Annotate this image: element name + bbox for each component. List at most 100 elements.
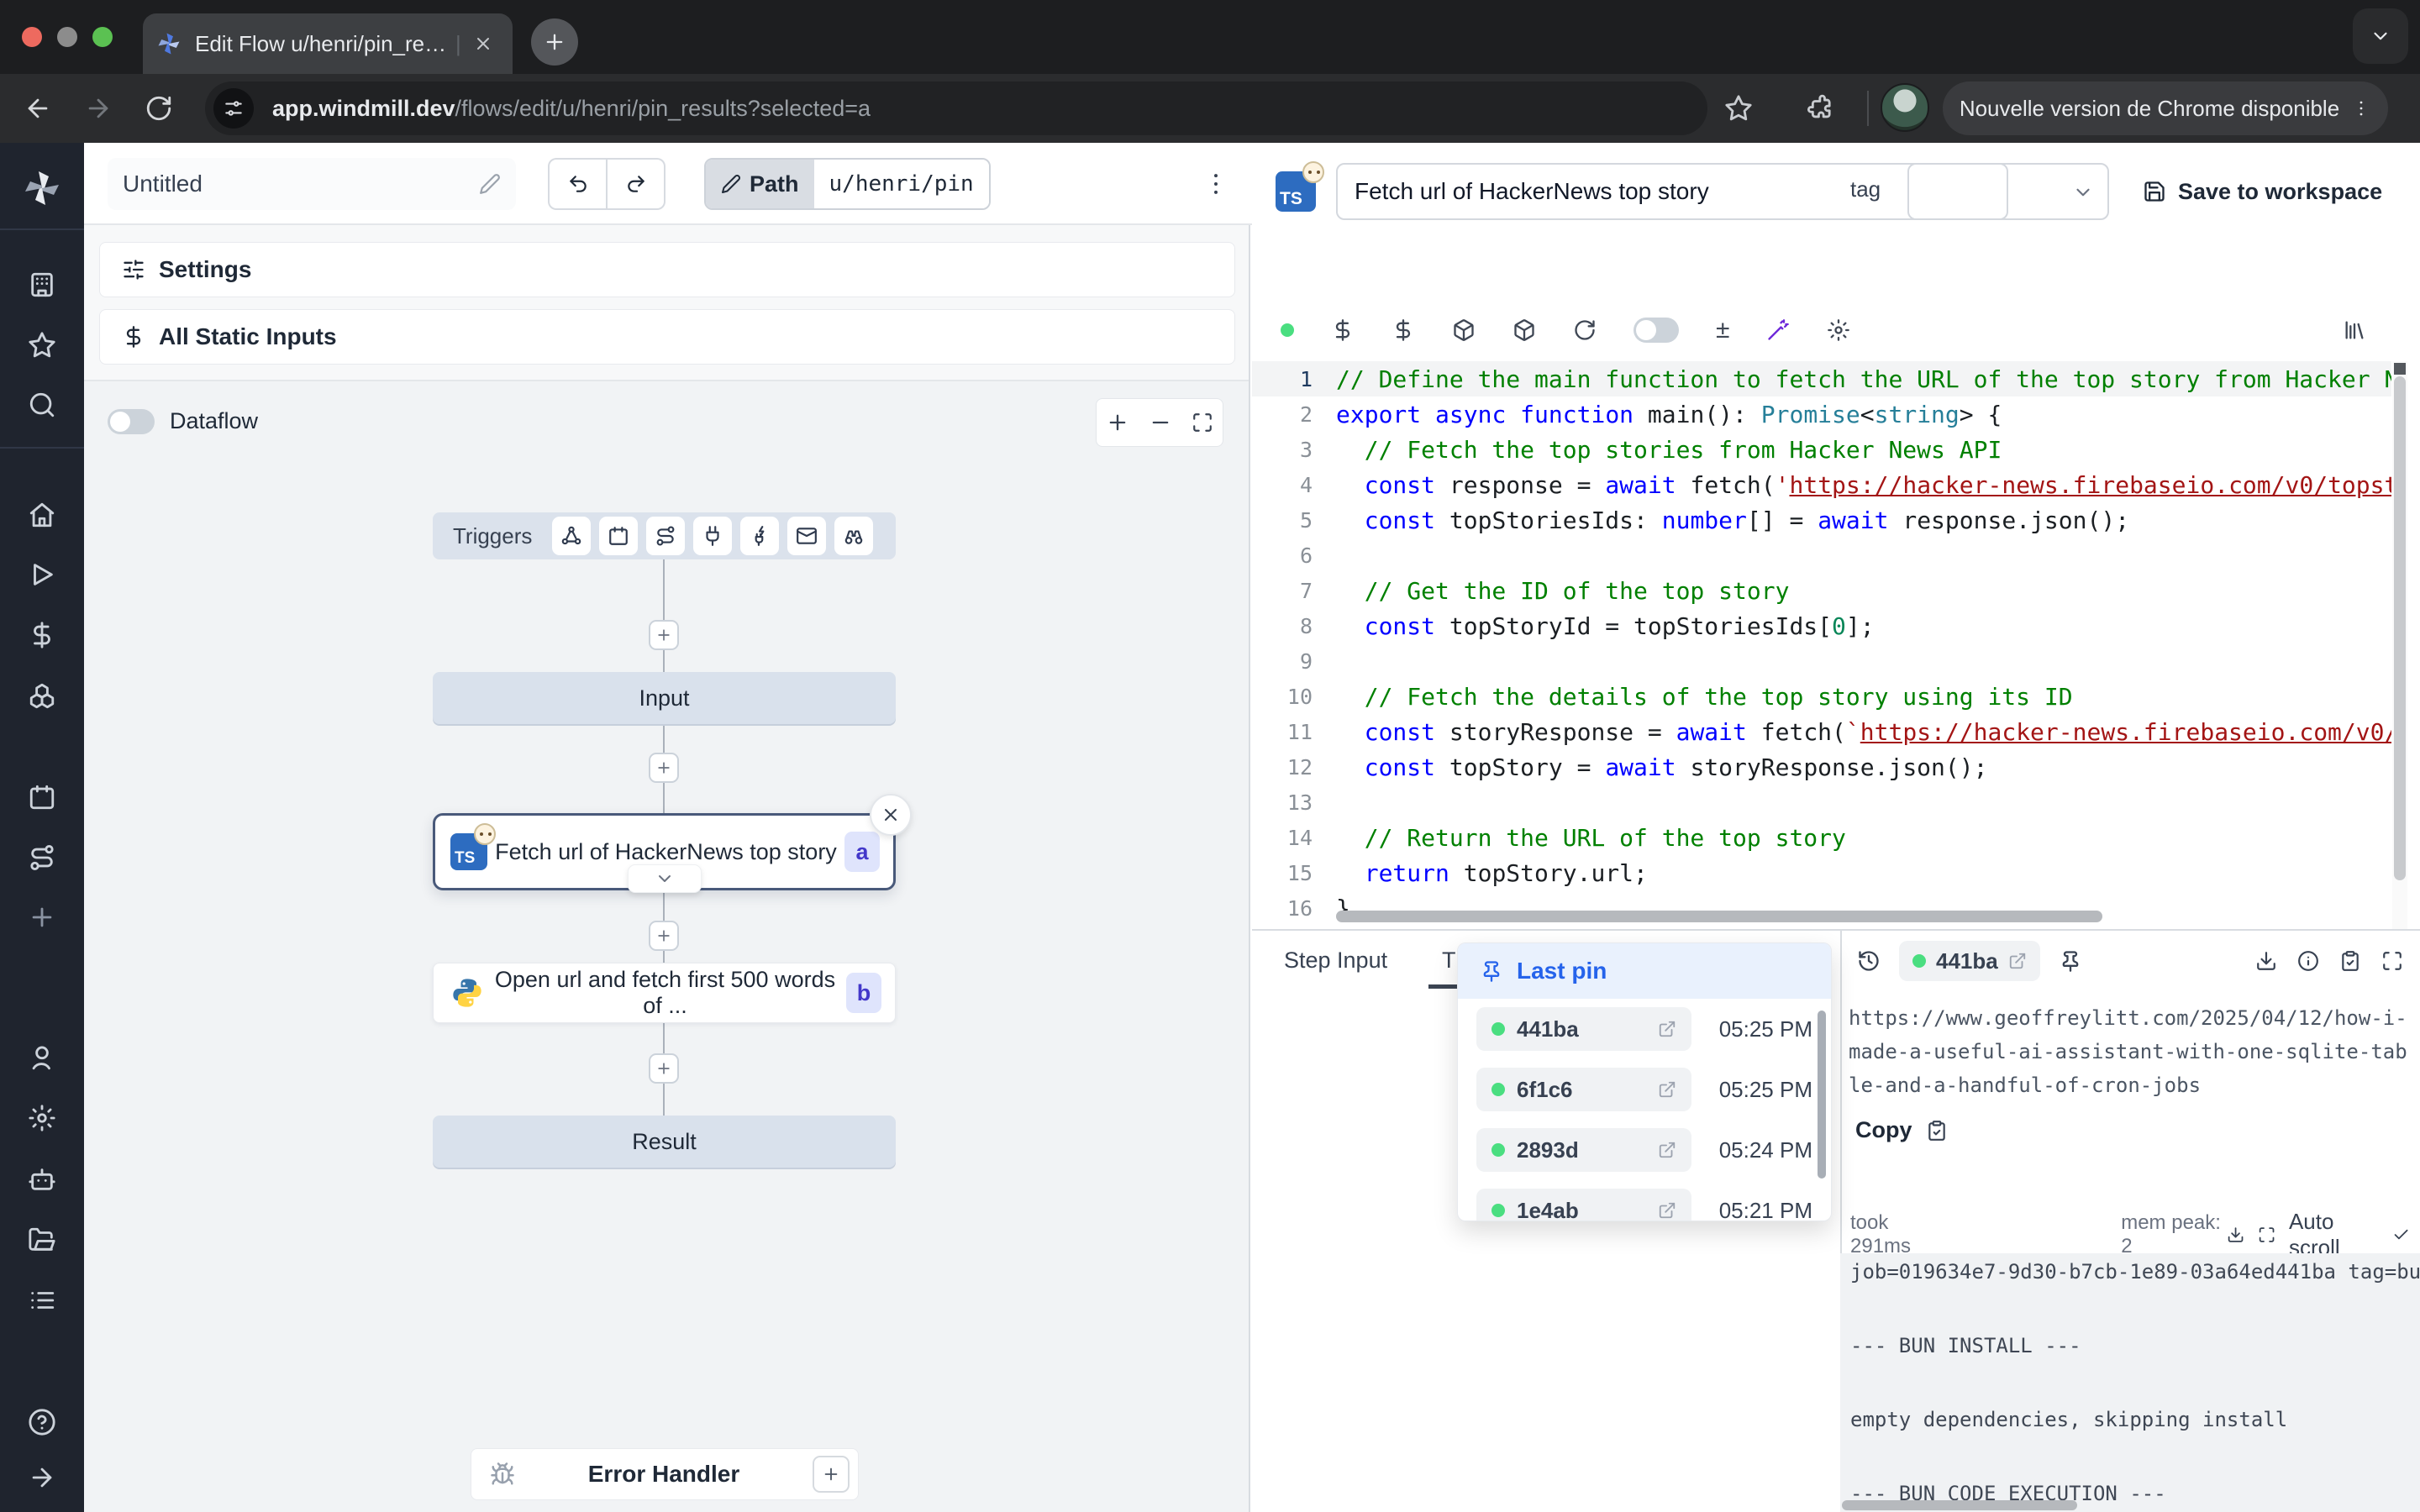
pin-item[interactable]: 1e4ab05:21 PM <box>1458 1180 1831 1221</box>
sidebar-item-help[interactable] <box>28 1408 56 1436</box>
sidebar-item-workspace[interactable] <box>28 270 56 299</box>
dropdown-scrollbar[interactable] <box>1818 1011 1826 1179</box>
code-line[interactable]: 4 const response = await fetch('https://… <box>1252 467 2391 502</box>
websocket-trigger-icon[interactable] <box>693 517 732 555</box>
copy-button[interactable]: Copy <box>1855 1117 1948 1143</box>
sidebar-item-ai[interactable] <box>28 1165 56 1194</box>
zoom-out-icon[interactable] <box>1149 411 1172 434</box>
log-output[interactable]: job=019634e7-9d30-b7cb-1e89-03a64ed441ba… <box>1840 1253 2420 1512</box>
result-job-pill[interactable]: 441ba <box>1899 941 2040 981</box>
pin-item[interactable]: 441ba05:25 PM <box>1458 999 1831 1059</box>
triggers-node[interactable]: Triggers <box>433 512 896 559</box>
sidebar-expand-icon[interactable] <box>28 1463 56 1492</box>
step-a-node[interactable]: TS Fetch url of HackerNews top story a <box>433 813 896 890</box>
pin-item[interactable]: 6f1c605:25 PM <box>1458 1059 1831 1120</box>
sidebar-item-users[interactable] <box>28 1043 56 1072</box>
browser-menu-icon[interactable] <box>2351 98 2371 118</box>
error-handler-node[interactable]: Error Handler <box>471 1448 859 1500</box>
reset-icon[interactable] <box>1573 318 1597 342</box>
scrollbar-thumb[interactable] <box>2394 376 2406 880</box>
dataflow-toggle[interactable] <box>108 409 155 434</box>
clipboard-icon[interactable] <box>2339 950 2361 972</box>
external-link-icon[interactable] <box>1658 1201 1676 1220</box>
code-line[interactable]: 5 const topStoriesIds: number[] = await … <box>1252 502 2391 538</box>
code-line[interactable]: 2export async function main(): Promise<s… <box>1252 396 2391 432</box>
code-line[interactable]: 3 // Fetch the top stories from Hacker N… <box>1252 432 2391 467</box>
code-line[interactable]: 12 const topStory = await storyResponse.… <box>1252 749 2391 785</box>
code-line[interactable]: 8 const topStoryId = topStoriesIds[0]; <box>1252 608 2391 643</box>
route-trigger-icon[interactable] <box>646 517 685 555</box>
all-static-inputs-card[interactable]: All Static Inputs <box>99 309 1235 365</box>
sidebar-item-variables[interactable] <box>28 621 56 649</box>
traffic-minimize-button[interactable] <box>57 27 77 47</box>
extensions-icon[interactable] <box>1803 94 1832 123</box>
sidebar-item-folders[interactable] <box>28 1226 56 1254</box>
external-link-icon[interactable] <box>1658 1080 1676 1099</box>
back-icon[interactable] <box>24 94 52 123</box>
download-log-icon[interactable] <box>2227 1225 2244 1245</box>
remove-step-button[interactable] <box>870 794 912 836</box>
redo-button[interactable] <box>607 158 666 210</box>
code-line[interactable]: 15 return topStory.url; <box>1252 855 2391 890</box>
editor-settings-icon[interactable] <box>1827 318 1850 342</box>
expand-step-button[interactable] <box>628 864 702 893</box>
chrome-update-pill[interactable]: Nouvelle version de Chrome disponible <box>1943 81 2388 135</box>
flow-settings-card[interactable]: Settings <box>99 242 1235 297</box>
add-step-button[interactable] <box>649 620 679 650</box>
tab-search-button[interactable] <box>2353 8 2408 64</box>
sidebar-item-triggers[interactable] <box>28 843 56 872</box>
tag-select[interactable] <box>1907 163 2109 220</box>
site-settings-icon[interactable] <box>213 88 254 129</box>
code-editor[interactable]: 1// Define the main function to fetch th… <box>1252 361 2391 929</box>
save-to-workspace-button[interactable]: Save to workspace <box>2143 163 2382 220</box>
sidebar-item-home[interactable] <box>28 501 56 529</box>
bookmark-star-icon[interactable] <box>1724 94 1753 123</box>
code-line[interactable]: 13 <box>1252 785 2391 820</box>
sidebar-item-create[interactable] <box>28 903 56 932</box>
code-line[interactable]: 1// Define the main function to fetch th… <box>1252 361 2391 396</box>
traffic-zoom-button[interactable] <box>92 27 113 47</box>
browser-tab[interactable]: Edit Flow u/henri/pin_results | <box>143 13 513 74</box>
forward-icon[interactable] <box>84 94 113 123</box>
pin-job-pill[interactable]: 441ba <box>1476 1007 1691 1051</box>
add-error-handler-button[interactable] <box>813 1456 850 1493</box>
step-b-node[interactable]: Open url and fetch first 500 words of ..… <box>433 963 896 1023</box>
traffic-close-button[interactable] <box>22 27 42 47</box>
sidebar-item-resources[interactable] <box>28 681 56 710</box>
info-icon[interactable] <box>2297 950 2319 972</box>
add-step-button[interactable] <box>649 1053 679 1084</box>
sidebar-item-search[interactable] <box>28 391 56 419</box>
profile-avatar[interactable] <box>1881 83 1929 132</box>
sidebar-item-favorites[interactable] <box>28 331 56 360</box>
schedule-trigger-icon[interactable] <box>599 517 638 555</box>
add-step-button[interactable] <box>649 921 679 951</box>
sidebar-item-schedules[interactable] <box>28 783 56 811</box>
add-step-button[interactable] <box>649 753 679 783</box>
editor-vertical-scrollbar[interactable] <box>2392 361 2407 929</box>
code-line[interactable]: 10 // Fetch the details of the top story… <box>1252 679 2391 714</box>
tab-partial[interactable]: T <box>1442 948 1456 974</box>
undo-button[interactable] <box>548 158 607 210</box>
email-trigger-icon[interactable] <box>787 517 826 555</box>
last-pin-option[interactable]: Last pin <box>1458 943 1831 999</box>
reload-icon[interactable] <box>145 94 173 123</box>
add-variable-icon[interactable] <box>1331 318 1355 342</box>
tab-step-input[interactable]: Step Input <box>1284 948 1387 974</box>
fit-view-icon[interactable] <box>1192 412 1213 433</box>
more-options-icon[interactable] <box>1202 170 1230 198</box>
sidebar-item-settings[interactable] <box>28 1104 56 1132</box>
result-url[interactable]: https://www.geoffreylitt.com/2025/04/12/… <box>1849 1001 2410 1102</box>
pin-job-pill[interactable]: 2893d <box>1476 1128 1691 1172</box>
kafka-trigger-icon[interactable] <box>740 517 779 555</box>
webhook-trigger-icon[interactable] <box>552 517 591 555</box>
code-line[interactable]: 6 <box>1252 538 2391 573</box>
external-link-icon[interactable] <box>2008 952 2027 970</box>
pin-job-pill[interactable]: 1e4ab <box>1476 1189 1691 1221</box>
package-icon[interactable] <box>1512 318 1536 342</box>
history-icon[interactable] <box>1857 949 1881 973</box>
new-tab-button[interactable] <box>531 18 578 66</box>
editor-horizontal-scrollbar[interactable] <box>1336 911 2102 922</box>
pin-job-pill[interactable]: 6f1c6 <box>1476 1068 1691 1111</box>
code-line[interactable]: 7 // Get the ID of the top story <box>1252 573 2391 608</box>
path-field[interactable]: Path u/henri/pin <box>704 158 991 210</box>
